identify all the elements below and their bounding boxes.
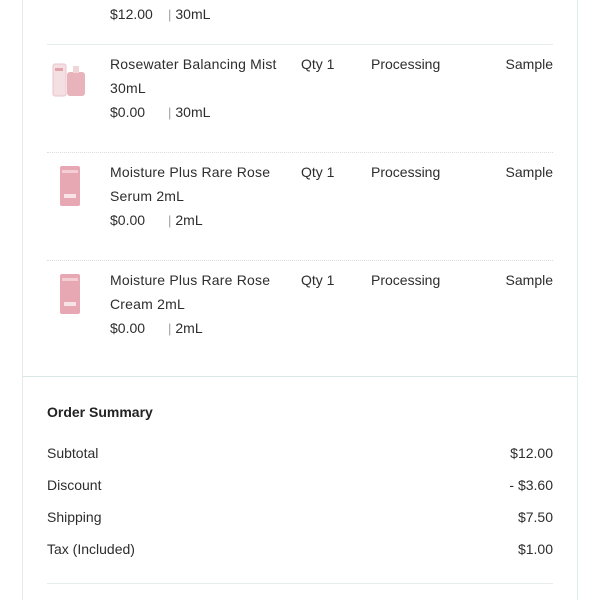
divider bbox=[47, 260, 553, 261]
divider bbox=[47, 152, 553, 153]
summary-value: - $3.60 bbox=[509, 477, 553, 493]
item-type: Sample bbox=[505, 272, 553, 288]
item-status: Processing bbox=[371, 272, 441, 288]
separator: | bbox=[168, 213, 172, 228]
item-status: Processing bbox=[371, 56, 441, 72]
item-price: $0.00 bbox=[110, 104, 146, 120]
item-name[interactable]: Moisture Plus Rare Rose Cream 2mL bbox=[110, 268, 280, 316]
divider bbox=[47, 583, 553, 584]
separator: | bbox=[168, 105, 172, 120]
item-name[interactable]: Moisture Plus Rare Rose Serum 2mL bbox=[110, 160, 280, 208]
sachet-icon bbox=[60, 166, 80, 206]
item-price-size: $0.00 | 2mL bbox=[110, 212, 203, 228]
item-size: 2mL bbox=[175, 320, 203, 336]
divider bbox=[47, 44, 553, 45]
list-item: Moisture Plus Rare Rose Cream 2mL $0.00 |… bbox=[47, 268, 553, 368]
order-card: $12.00 | 30mL Rosewater Balancing Mist 30m… bbox=[22, 0, 578, 600]
item-size: 2mL bbox=[175, 212, 203, 228]
item-size: 30mL bbox=[175, 6, 211, 22]
list-item: Rosewater Balancing Mist 30mL $0.00 | 30mL… bbox=[47, 52, 553, 152]
summary-label: Shipping bbox=[47, 509, 102, 525]
product-thumbnail[interactable] bbox=[47, 58, 93, 104]
item-price: $0.00 bbox=[110, 320, 146, 336]
summary-value: $1.00 bbox=[517, 541, 553, 557]
item-price-size: $0.00 | 2mL bbox=[110, 320, 203, 336]
item-type: Sample bbox=[505, 164, 553, 180]
mist-bottle-icon bbox=[52, 63, 85, 97]
item-qty: Qty 1 bbox=[301, 272, 335, 288]
section-divider bbox=[23, 376, 577, 377]
summary-label: Tax (Included) bbox=[47, 541, 135, 557]
order-summary-title: Order Summary bbox=[47, 404, 153, 420]
product-thumbnail[interactable] bbox=[47, 164, 93, 210]
item-name[interactable]: Rosewater Balancing Mist 30mL bbox=[110, 52, 280, 100]
item-qty: Qty 1 bbox=[301, 56, 335, 72]
item-price: $12.00 bbox=[110, 6, 153, 22]
item-type: Sample bbox=[505, 56, 553, 72]
sachet-icon bbox=[60, 274, 80, 314]
item-status: Processing bbox=[371, 164, 441, 180]
summary-value: $7.50 bbox=[517, 509, 553, 525]
summary-value: $12.00 bbox=[510, 445, 553, 461]
list-item: Moisture Plus Rare Rose Serum 2mL $0.00 |… bbox=[47, 160, 553, 260]
item-price-size: $0.00 | 30mL bbox=[110, 104, 210, 120]
item-qty: Qty 1 bbox=[301, 164, 335, 180]
item-price: $0.00 bbox=[110, 212, 146, 228]
product-thumbnail[interactable] bbox=[47, 272, 93, 318]
summary-label: Subtotal bbox=[47, 445, 99, 461]
item-size: 30mL bbox=[175, 104, 211, 120]
separator: | bbox=[168, 321, 172, 336]
summary-label: Discount bbox=[47, 477, 102, 493]
item-price-size: $12.00 | 30mL bbox=[110, 6, 210, 22]
separator: | bbox=[168, 7, 172, 22]
list-item: $12.00 | 30mL bbox=[47, 0, 553, 40]
